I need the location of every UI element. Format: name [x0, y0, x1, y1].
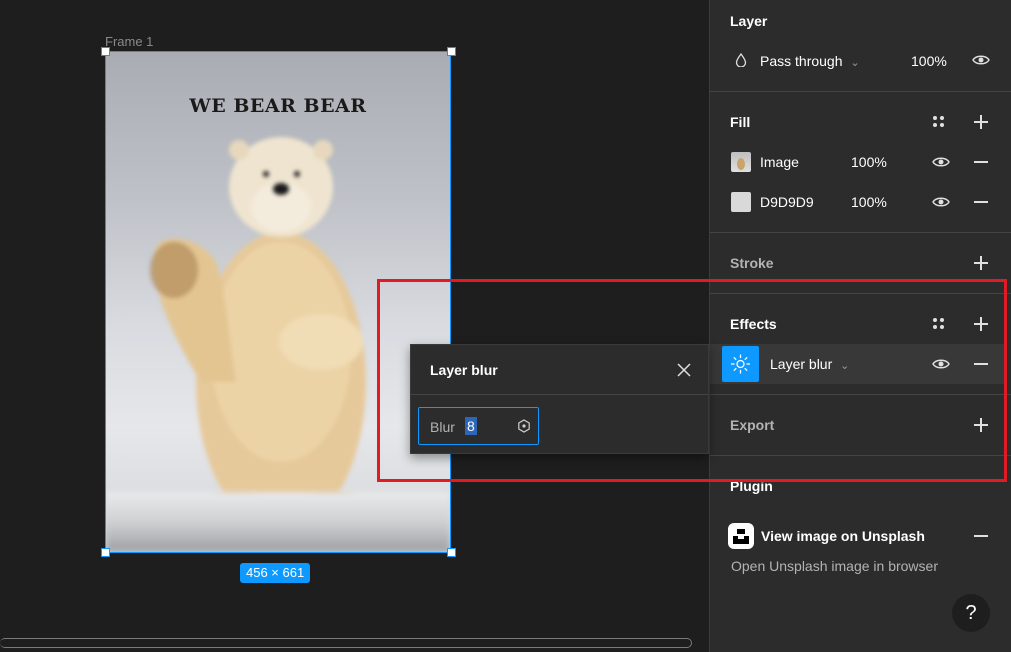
chevron-down-icon: ⌄ — [850, 57, 860, 69]
bear-thumbnail-icon — [737, 158, 745, 170]
close-icon[interactable] — [677, 363, 691, 377]
fill-item-name[interactable]: D9D9D9 — [760, 194, 814, 210]
frame-title-text[interactable]: WE BEAR BEAR — [106, 95, 450, 117]
canvas[interactable]: Frame 1 WE BEAR BEAR 456 × 661 — [0, 0, 709, 652]
layer-title: Layer — [730, 13, 768, 29]
stroke-section: Stroke — [710, 233, 1011, 294]
styles-grid-icon[interactable] — [933, 116, 945, 128]
remove-plugin-button[interactable] — [974, 529, 988, 543]
plugin-name[interactable]: View image on Unsplash — [761, 528, 925, 544]
eye-icon[interactable] — [972, 54, 990, 66]
help-button[interactable]: ? — [952, 594, 990, 632]
chevron-down-icon: ⌄ — [840, 360, 850, 372]
eye-icon[interactable] — [932, 196, 950, 208]
drop-icon — [735, 53, 747, 67]
properties-panel: Layer Pass through ⌄ 100% Fill Image 100… — [709, 0, 1011, 652]
export-section: Export — [710, 395, 1011, 456]
blur-amount-input[interactable]: Blur 8 — [418, 407, 539, 445]
frame-label[interactable]: Frame 1 — [105, 34, 153, 49]
fill-item-opacity[interactable]: 100% — [851, 194, 887, 210]
add-export-button[interactable] — [974, 418, 988, 432]
sun-icon — [730, 354, 751, 374]
eye-icon[interactable] — [932, 156, 950, 168]
fill-title: Fill — [730, 114, 751, 130]
image-fill-thumbnail[interactable] — [731, 152, 751, 172]
remove-effect-button[interactable] — [974, 357, 988, 371]
fill-item-opacity[interactable]: 100% — [851, 154, 887, 170]
fill-item-name[interactable]: Image — [760, 154, 799, 170]
resize-handle-top-right[interactable] — [447, 47, 456, 56]
effect-type-label: Layer blur — [770, 356, 833, 372]
blend-mode-label: Pass through — [760, 53, 843, 69]
layer-opacity[interactable]: 100% — [911, 53, 947, 69]
popup-title: Layer blur — [430, 362, 498, 378]
effect-settings-button[interactable] — [722, 346, 759, 382]
unsplash-logo-icon — [728, 523, 754, 549]
eye-icon[interactable] — [932, 358, 950, 370]
resize-handle-bottom-right[interactable] — [447, 548, 456, 557]
fill-section: Fill Image 100% D9D9D9 100% — [710, 92, 1011, 233]
add-fill-button[interactable] — [974, 115, 988, 129]
variable-hexagon-icon[interactable] — [517, 419, 531, 433]
plugin-title: Plugin — [730, 478, 773, 494]
effects-title: Effects — [730, 316, 777, 332]
frame-1[interactable]: WE BEAR BEAR — [105, 51, 451, 553]
add-stroke-button[interactable] — [974, 256, 988, 270]
size-badge: 456 × 661 — [240, 563, 311, 583]
export-title: Export — [730, 417, 775, 433]
horizontal-scrollbar[interactable] — [0, 638, 692, 648]
add-effect-button[interactable] — [974, 317, 988, 331]
popup-header: Layer blur — [411, 345, 708, 395]
polar-bear-image — [150, 137, 366, 532]
styles-grid-icon[interactable] — [933, 318, 945, 330]
blur-field-label: Blur — [430, 419, 455, 435]
resize-handle-top-left[interactable] — [101, 47, 110, 56]
layer-section: Layer Pass through ⌄ 100% — [710, 0, 1011, 92]
layer-blur-popup: Layer blur Blur 8 — [410, 344, 709, 454]
color-fill-swatch[interactable] — [731, 192, 751, 212]
plugin-description[interactable]: Open Unsplash image in browser — [731, 558, 938, 574]
resize-handle-bottom-left[interactable] — [101, 548, 110, 557]
effect-type-dropdown[interactable]: Layer blur ⌄ — [770, 356, 849, 372]
stroke-title: Stroke — [730, 255, 774, 271]
remove-fill-button[interactable] — [974, 195, 988, 209]
blend-mode-dropdown[interactable]: Pass through ⌄ — [760, 53, 860, 69]
snow-ground — [106, 492, 450, 552]
remove-fill-button[interactable] — [974, 155, 988, 169]
blur-field-value[interactable]: 8 — [465, 417, 477, 435]
effect-row-layer-blur[interactable]: Layer blur ⌄ — [710, 344, 1007, 384]
unsplash-glyph-icon — [733, 529, 749, 544]
